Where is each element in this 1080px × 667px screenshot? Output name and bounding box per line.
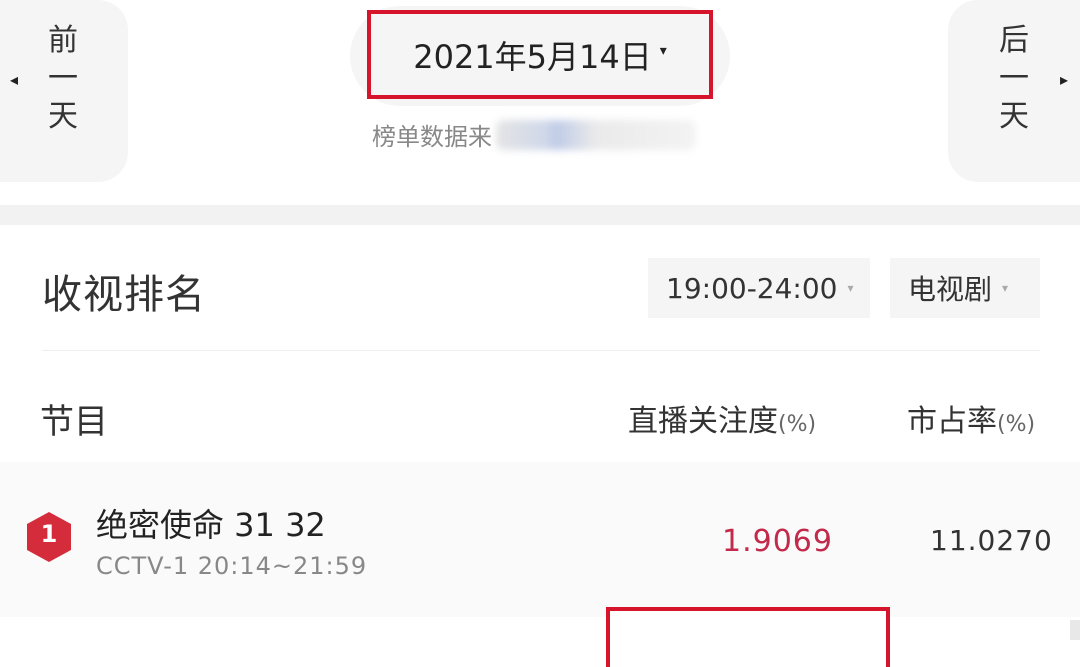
time-filter[interactable]: 19:00-24:00 ▾ bbox=[648, 258, 870, 318]
next-day-label: 后 一 天 bbox=[994, 22, 1034, 136]
blurred-source bbox=[496, 119, 696, 150]
column-header-share[interactable]: 市占率(%) bbox=[907, 396, 1035, 440]
prev-day-char: 一 bbox=[48, 61, 78, 96]
unit-label: (%) bbox=[778, 412, 817, 437]
next-day-char: 一 bbox=[999, 61, 1029, 96]
genre-filter[interactable]: 电视剧 ▾ bbox=[890, 258, 1040, 318]
share-value: 11.0270 bbox=[930, 524, 1053, 557]
prev-day-label: 前 一 天 bbox=[43, 22, 83, 136]
genre-filter-value: 电视剧 bbox=[908, 273, 993, 306]
caret-down-icon: ▾ bbox=[847, 281, 854, 295]
rank-number: 1 bbox=[40, 520, 58, 548]
data-source-label: 榜单数据来 bbox=[372, 123, 492, 151]
share-header-label: 市占率 bbox=[907, 404, 997, 439]
date-text: 2021年5月14日 bbox=[413, 37, 652, 76]
focus-value: 1.9069 bbox=[722, 524, 833, 559]
data-source: 榜单数据来 bbox=[372, 117, 696, 152]
highlight-box bbox=[606, 607, 890, 667]
focus-header-label: 直播关注度 bbox=[628, 404, 778, 439]
ratings-title: 收视排名 bbox=[42, 272, 206, 318]
next-day-char: 天 bbox=[999, 99, 1029, 134]
next-day-char: 后 bbox=[999, 23, 1029, 58]
divider bbox=[42, 350, 1040, 351]
section-divider bbox=[0, 205, 1080, 225]
column-header-program: 节目 bbox=[40, 402, 108, 442]
prev-day-char: 前 bbox=[48, 23, 78, 58]
prev-day-char: 天 bbox=[48, 99, 78, 134]
edge-fragment bbox=[1070, 620, 1080, 640]
header: ◂ 前 一 天 2021年5月14日 ▾ 榜单数据来 后 一 天 ▸ bbox=[0, 0, 1080, 205]
prev-day-button[interactable]: ◂ 前 一 天 bbox=[0, 0, 128, 182]
caret-down-icon: ▾ bbox=[659, 42, 667, 59]
unit-label: (%) bbox=[997, 412, 1036, 437]
time-filter-value: 19:00-24:00 bbox=[666, 271, 838, 305]
left-arrow-icon: ◂ bbox=[10, 70, 19, 89]
column-header-focus[interactable]: 直播关注度(%) bbox=[628, 396, 816, 440]
program-title: 绝密使命 31 32 bbox=[96, 506, 326, 544]
caret-down-icon: ▾ bbox=[1002, 281, 1009, 295]
date-selector[interactable]: 2021年5月14日 ▾ bbox=[367, 10, 713, 99]
next-day-button[interactable]: 后 一 天 ▸ bbox=[948, 0, 1080, 182]
program-channel-time: CCTV-1 20:14~21:59 bbox=[96, 552, 368, 580]
right-arrow-icon: ▸ bbox=[1059, 70, 1068, 89]
